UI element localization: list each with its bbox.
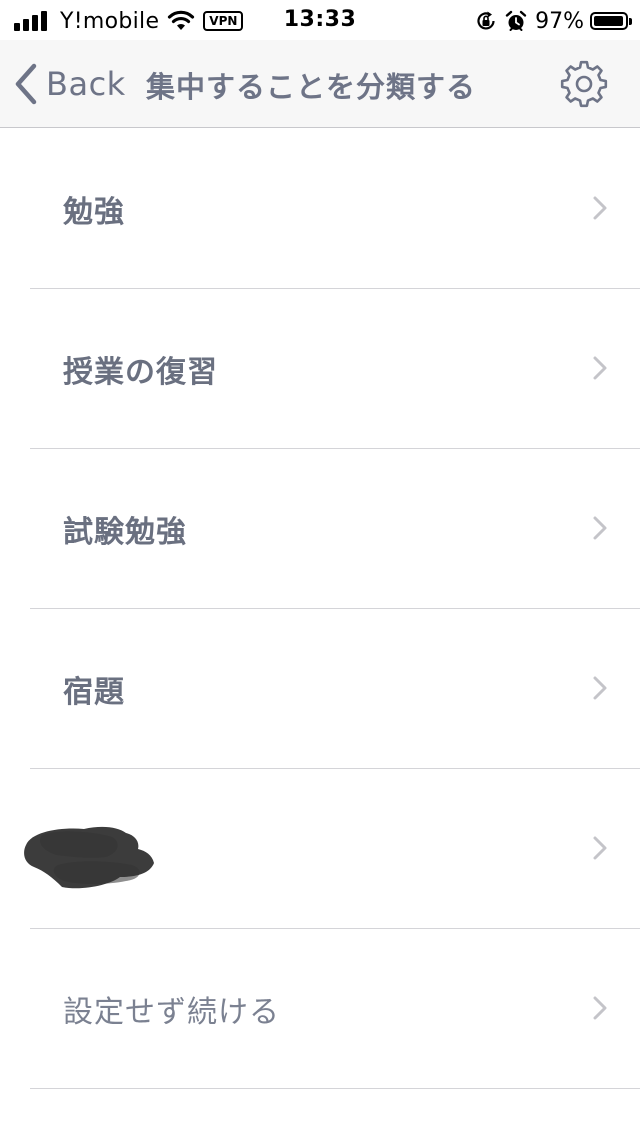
list-item-study[interactable]: 勉強 xyxy=(30,129,640,289)
page-title: 集中することを分類する xyxy=(146,70,477,104)
chevron-right-icon xyxy=(593,996,607,1020)
list-item-label: 授業の復習 xyxy=(63,355,218,390)
chevron-right-icon xyxy=(593,676,607,700)
chevron-right-icon xyxy=(593,356,607,380)
chevron-left-icon xyxy=(15,63,37,105)
list-item-label: 宿題 xyxy=(63,675,125,710)
gear-teeth xyxy=(560,60,608,108)
list-item-continue-without-setting[interactable]: 設定せず続ける xyxy=(30,929,640,1089)
gear-icon xyxy=(560,60,608,108)
screen: Y!mobile VPN 13:33 97% Back 集中することを分類する … xyxy=(0,0,640,1136)
chevron-right-icon xyxy=(593,196,607,220)
status-bar-right: 97% xyxy=(475,8,632,34)
battery-percentage: 97% xyxy=(535,8,584,34)
status-bar: Y!mobile VPN 13:33 97% xyxy=(0,0,640,40)
chevron-right-icon xyxy=(593,836,607,860)
list-item-homework[interactable]: 宿題 xyxy=(30,609,640,769)
navigation-bar: Back 集中することを分類する xyxy=(0,40,640,128)
list-item-exam-study[interactable]: 試験勉強 xyxy=(30,449,640,609)
battery-icon xyxy=(590,12,632,30)
redacted-scribble xyxy=(24,826,154,889)
list-item-label: 試験勉強 xyxy=(63,515,187,550)
list-item-label: 設定せず続ける xyxy=(63,995,280,1030)
alarm-icon xyxy=(505,10,527,31)
settings-button[interactable] xyxy=(558,58,610,110)
category-list: 勉強 授業の復習 試験勉強 宿題 設定せず続ける xyxy=(0,129,640,1089)
list-item-redacted[interactable] xyxy=(24,769,640,929)
back-button[interactable]: Back xyxy=(14,62,126,106)
list-item-label: 勉強 xyxy=(63,195,125,230)
list-item-lesson-review[interactable]: 授業の復習 xyxy=(30,289,640,449)
back-button-label: Back xyxy=(46,65,126,103)
orientation-lock-icon xyxy=(477,11,495,30)
chevron-right-icon xyxy=(593,516,607,540)
